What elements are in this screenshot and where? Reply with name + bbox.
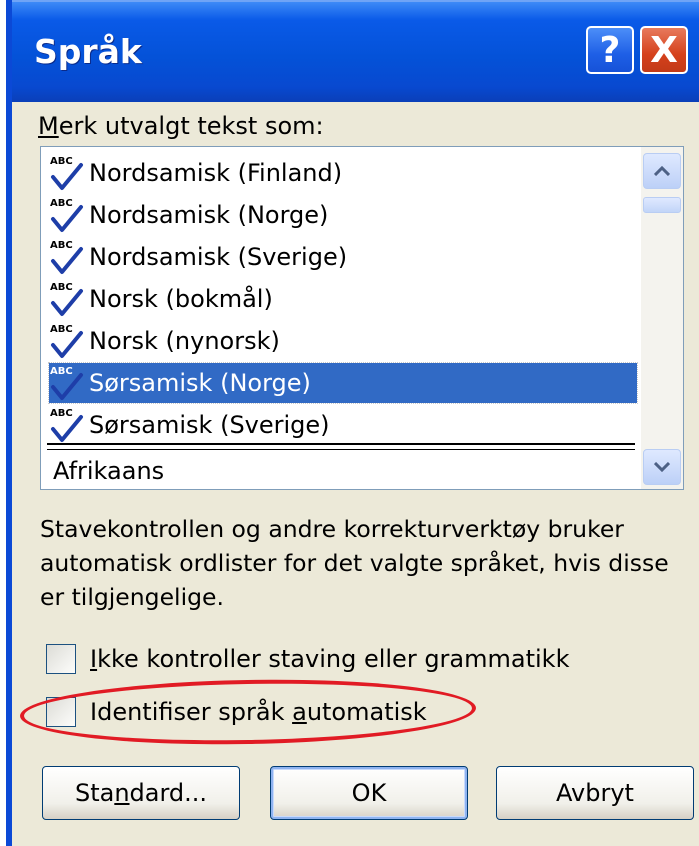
scroll-thumb[interactable]	[643, 197, 681, 213]
abc-spellcheck-icon: ABC	[49, 321, 89, 361]
list-item[interactable]: ABC Nordsamisk (Norge)	[49, 195, 637, 235]
svg-text:ABC: ABC	[50, 408, 73, 419]
language-dialog: Språk ? X Merk utvalgt tekst som: ABC Sør…	[6, 0, 699, 846]
recent-separator-line	[47, 449, 635, 450]
help-button[interactable]: ?	[586, 26, 634, 74]
annotation-circle	[19, 676, 477, 748]
no-spellcheck-option[interactable]: Ikke kontroller staving eller grammatikk	[46, 644, 569, 674]
list-item[interactable]: ABC Sørsamisk (Norge)	[48, 362, 638, 404]
no-spellcheck-label: Ikke kontroller staving eller grammatikk	[90, 645, 570, 673]
abc-spellcheck-icon: ABC	[49, 363, 89, 403]
no-spellcheck-checkbox[interactable]	[46, 644, 76, 674]
ok-button-label: OK	[351, 779, 387, 807]
list-item-label: Norsk (nynorsk)	[89, 327, 280, 355]
list-item-label: Sørsamisk (Norge)	[89, 369, 311, 397]
svg-text:ABC: ABC	[50, 198, 73, 209]
title-bar: Språk ? X	[12, 0, 699, 102]
svg-text:ABC: ABC	[50, 240, 73, 251]
close-icon: X	[650, 29, 678, 71]
svg-text:ABC: ABC	[50, 324, 73, 335]
language-list-items: ABC Sørsamisk (Sverige) ABC Sørsamisk (Norg…	[41, 147, 639, 489]
list-item[interactable]: ABC Nordsamisk (Finland)	[49, 153, 637, 193]
chevron-up-icon	[654, 166, 670, 176]
list-item-label: Nordsamisk (Norge)	[89, 201, 329, 229]
svg-text:ABC: ABC	[50, 366, 73, 377]
description-text: Stavekontrollen og andre korrekturverktø…	[40, 515, 669, 611]
abc-spellcheck-icon: ABC	[49, 405, 89, 445]
abc-spellcheck-icon: ABC	[49, 195, 89, 235]
ok-button[interactable]: OK	[270, 766, 468, 820]
scroll-up-button[interactable]	[643, 153, 681, 189]
language-list-label: Merk utvalgt tekst som:	[38, 112, 324, 140]
list-item[interactable]: ABC Norsk (nynorsk)	[49, 321, 637, 361]
list-item[interactable]: ABC Nordsamisk (Sverige)	[49, 237, 637, 277]
standard-button-label: Standard...	[74, 779, 208, 807]
dialog-title: Språk	[34, 32, 142, 71]
list-item-label: Nordsamisk (Finland)	[89, 159, 343, 187]
close-button[interactable]: X	[640, 26, 688, 74]
language-listbox[interactable]: ABC Sørsamisk (Sverige) ABC Sørsamisk (Norg…	[40, 146, 684, 490]
recent-separator	[47, 443, 635, 445]
abc-spellcheck-icon: ABC	[49, 237, 89, 277]
list-item-label: Norsk (bokmål)	[89, 285, 273, 313]
list-item[interactable]: ABC Sørsamisk (Sverige)	[49, 405, 637, 445]
chevron-down-icon	[654, 462, 670, 472]
listbox-scrollbar[interactable]	[641, 147, 683, 489]
list-item-label: Sørsamisk (Sverige)	[89, 411, 330, 439]
standard-button[interactable]: Standard...	[42, 766, 240, 820]
abc-spellcheck-icon: ABC	[49, 279, 89, 319]
cancel-button-label: Avbryt	[556, 779, 634, 807]
list-item[interactable]: ABC Norsk (bokmål)	[49, 279, 637, 319]
svg-text:ABC: ABC	[50, 156, 73, 167]
abc-spellcheck-icon: ABC	[49, 153, 89, 193]
list-item-label: Nordsamisk (Sverige)	[89, 243, 348, 271]
cancel-button[interactable]: Avbryt	[496, 766, 694, 820]
svg-text:ABC: ABC	[50, 282, 73, 293]
scroll-down-button[interactable]	[643, 449, 681, 485]
help-icon: ?	[599, 29, 621, 71]
list-item-afrikaans[interactable]: Afrikaans	[53, 451, 641, 489]
